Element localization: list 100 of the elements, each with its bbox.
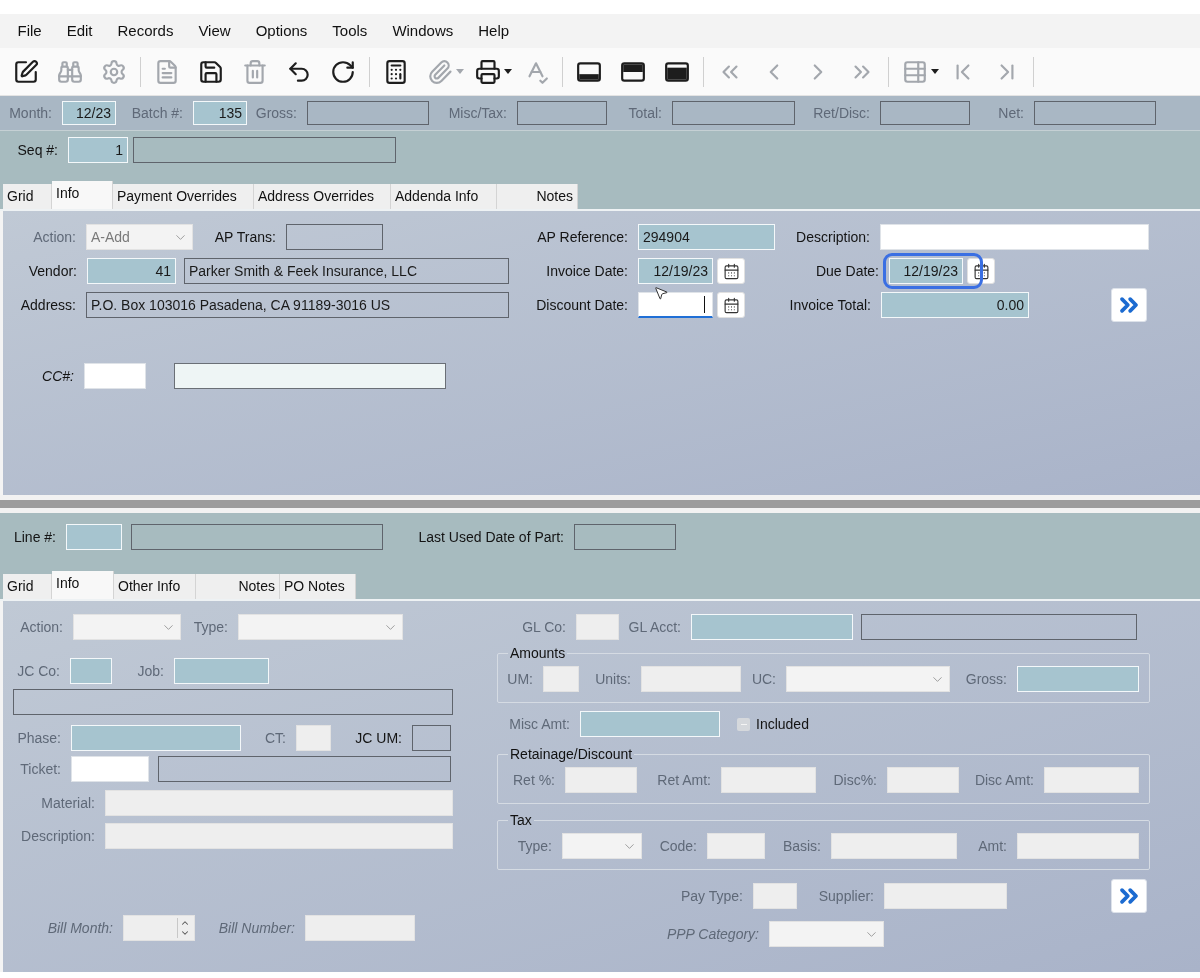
menu-item[interactable]: Edit xyxy=(54,19,106,43)
menu-item[interactable]: Options xyxy=(243,19,320,43)
field-label: JC Co: xyxy=(17,661,60,681)
tab[interactable]: Addenda Info xyxy=(391,184,497,209)
menu-item[interactable]: Help xyxy=(465,19,522,43)
tab[interactable]: Notes xyxy=(196,574,280,599)
tab[interactable]: Notes xyxy=(497,184,578,209)
field-label: PPP Category: xyxy=(666,924,759,944)
field-label: Phase: xyxy=(17,728,61,748)
field-label: AP Reference: xyxy=(537,227,628,247)
input-field[interactable] xyxy=(133,137,396,163)
field-label: Discount Date: xyxy=(536,295,628,315)
input-field[interactable]: 12/19/23 xyxy=(638,258,713,284)
field-label: Misc/Tax: xyxy=(448,103,507,123)
checkbox[interactable] xyxy=(737,717,750,731)
next-button[interactable] xyxy=(1111,288,1147,322)
tab[interactable]: PO Notes xyxy=(280,574,356,599)
input-field[interactable] xyxy=(13,689,453,715)
spin-up-icon[interactable] xyxy=(180,918,190,928)
field-label: Basis: xyxy=(782,836,821,856)
input-field[interactable]: 12/19/23 xyxy=(889,258,963,284)
field-label: Ret/Disc: xyxy=(813,103,870,123)
input-field[interactable]: 294904 xyxy=(638,224,775,250)
dropdown[interactable] xyxy=(73,614,181,640)
tab[interactable]: Grid xyxy=(3,184,52,209)
input-field[interactable] xyxy=(861,614,1137,640)
tab[interactable]: Grid xyxy=(3,574,52,599)
field-label: JC UM: xyxy=(355,728,402,748)
field-label: Gross: xyxy=(965,669,1007,689)
input-field[interactable] xyxy=(672,101,795,125)
field-label: CT: xyxy=(265,728,286,748)
field-label: Address: xyxy=(20,295,76,315)
field-label: Gross: xyxy=(255,103,297,123)
field-label: Bill Number: xyxy=(218,918,295,938)
input-field[interactable] xyxy=(158,756,451,782)
field-label: Batch #: xyxy=(131,103,183,123)
calendar-button[interactable] xyxy=(717,258,745,284)
input-field[interactable] xyxy=(307,101,429,125)
field-label: Amt: xyxy=(978,836,1007,856)
input-field[interactable] xyxy=(174,363,446,389)
calendar-icon xyxy=(722,262,740,280)
field-label: Invoice Date: xyxy=(546,261,628,281)
field-label: Job: xyxy=(137,661,164,681)
tab[interactable]: Payment Overrides xyxy=(113,184,254,209)
field-label: Invoice Total: xyxy=(789,295,871,315)
redo-icon[interactable] xyxy=(330,58,356,85)
field-label: Units: xyxy=(595,669,631,689)
next-button[interactable] xyxy=(1111,879,1147,913)
field-label: Material: xyxy=(41,793,95,813)
calculator-icon[interactable] xyxy=(383,58,409,85)
calendar-icon xyxy=(722,296,740,314)
field-label: Net: xyxy=(998,103,1024,123)
calendar-button[interactable] xyxy=(967,258,995,284)
spin-down-icon[interactable] xyxy=(180,928,190,938)
field-label: Description: xyxy=(21,826,95,846)
caret-icon[interactable] xyxy=(931,69,939,74)
checkbox-label: Included xyxy=(756,714,809,734)
input-field[interactable] xyxy=(131,524,383,550)
input-field[interactable]: 41 xyxy=(87,258,176,284)
input-field[interactable] xyxy=(574,524,676,550)
input-field[interactable]: P.O. Box 103016 Pasadena, CA 91189-3016 US xyxy=(86,292,509,318)
field-label: Bill Month: xyxy=(47,918,113,938)
field-label: UC: xyxy=(751,669,776,689)
input-field[interactable]: 1 xyxy=(68,137,128,163)
tab[interactable]: Address Overrides xyxy=(254,184,391,209)
printer-icon[interactable] xyxy=(475,58,501,85)
field-label: Pay Type: xyxy=(681,886,743,906)
menu-item[interactable]: Records xyxy=(105,19,186,43)
menu-item[interactable]: Tools xyxy=(319,19,380,43)
menu-item[interactable]: View xyxy=(185,19,244,43)
input-field[interactable] xyxy=(880,101,970,125)
caret-icon[interactable] xyxy=(504,69,512,74)
dropdown[interactable] xyxy=(769,921,884,947)
dropdown[interactable] xyxy=(238,614,403,640)
field-label: Line #: xyxy=(13,527,56,547)
dropdown[interactable] xyxy=(786,666,950,692)
input-field[interactable] xyxy=(517,101,607,125)
field-label: UM: xyxy=(507,669,533,689)
input-field[interactable]: Parker Smith & Feek Insurance, LLC xyxy=(184,258,509,284)
tab[interactable]: Other Info xyxy=(114,574,196,599)
menu-item[interactable]: File xyxy=(5,19,55,43)
calendar-button[interactable] xyxy=(717,292,745,318)
pen-square-icon[interactable] xyxy=(13,58,39,85)
field-label: Disc%: xyxy=(833,770,877,790)
dropdown[interactable] xyxy=(562,833,642,859)
save-icon[interactable] xyxy=(198,58,224,85)
field-label: Supplier: xyxy=(818,886,874,906)
input-field[interactable] xyxy=(1034,101,1156,125)
field-label: GL Co: xyxy=(522,617,566,637)
input-field[interactable] xyxy=(286,224,383,250)
field-label: CC#: xyxy=(42,366,74,386)
menu-item[interactable]: Windows xyxy=(379,19,466,43)
splitter[interactable] xyxy=(0,495,1200,513)
field-label: Type: xyxy=(517,836,552,856)
input-field[interactable]: 0.00 xyxy=(881,292,1029,318)
calendar-icon xyxy=(972,262,990,280)
tab[interactable]: Info xyxy=(52,181,113,209)
input-field[interactable] xyxy=(412,725,451,751)
tab[interactable]: Info xyxy=(52,571,114,599)
group-title: Amounts xyxy=(509,645,567,661)
